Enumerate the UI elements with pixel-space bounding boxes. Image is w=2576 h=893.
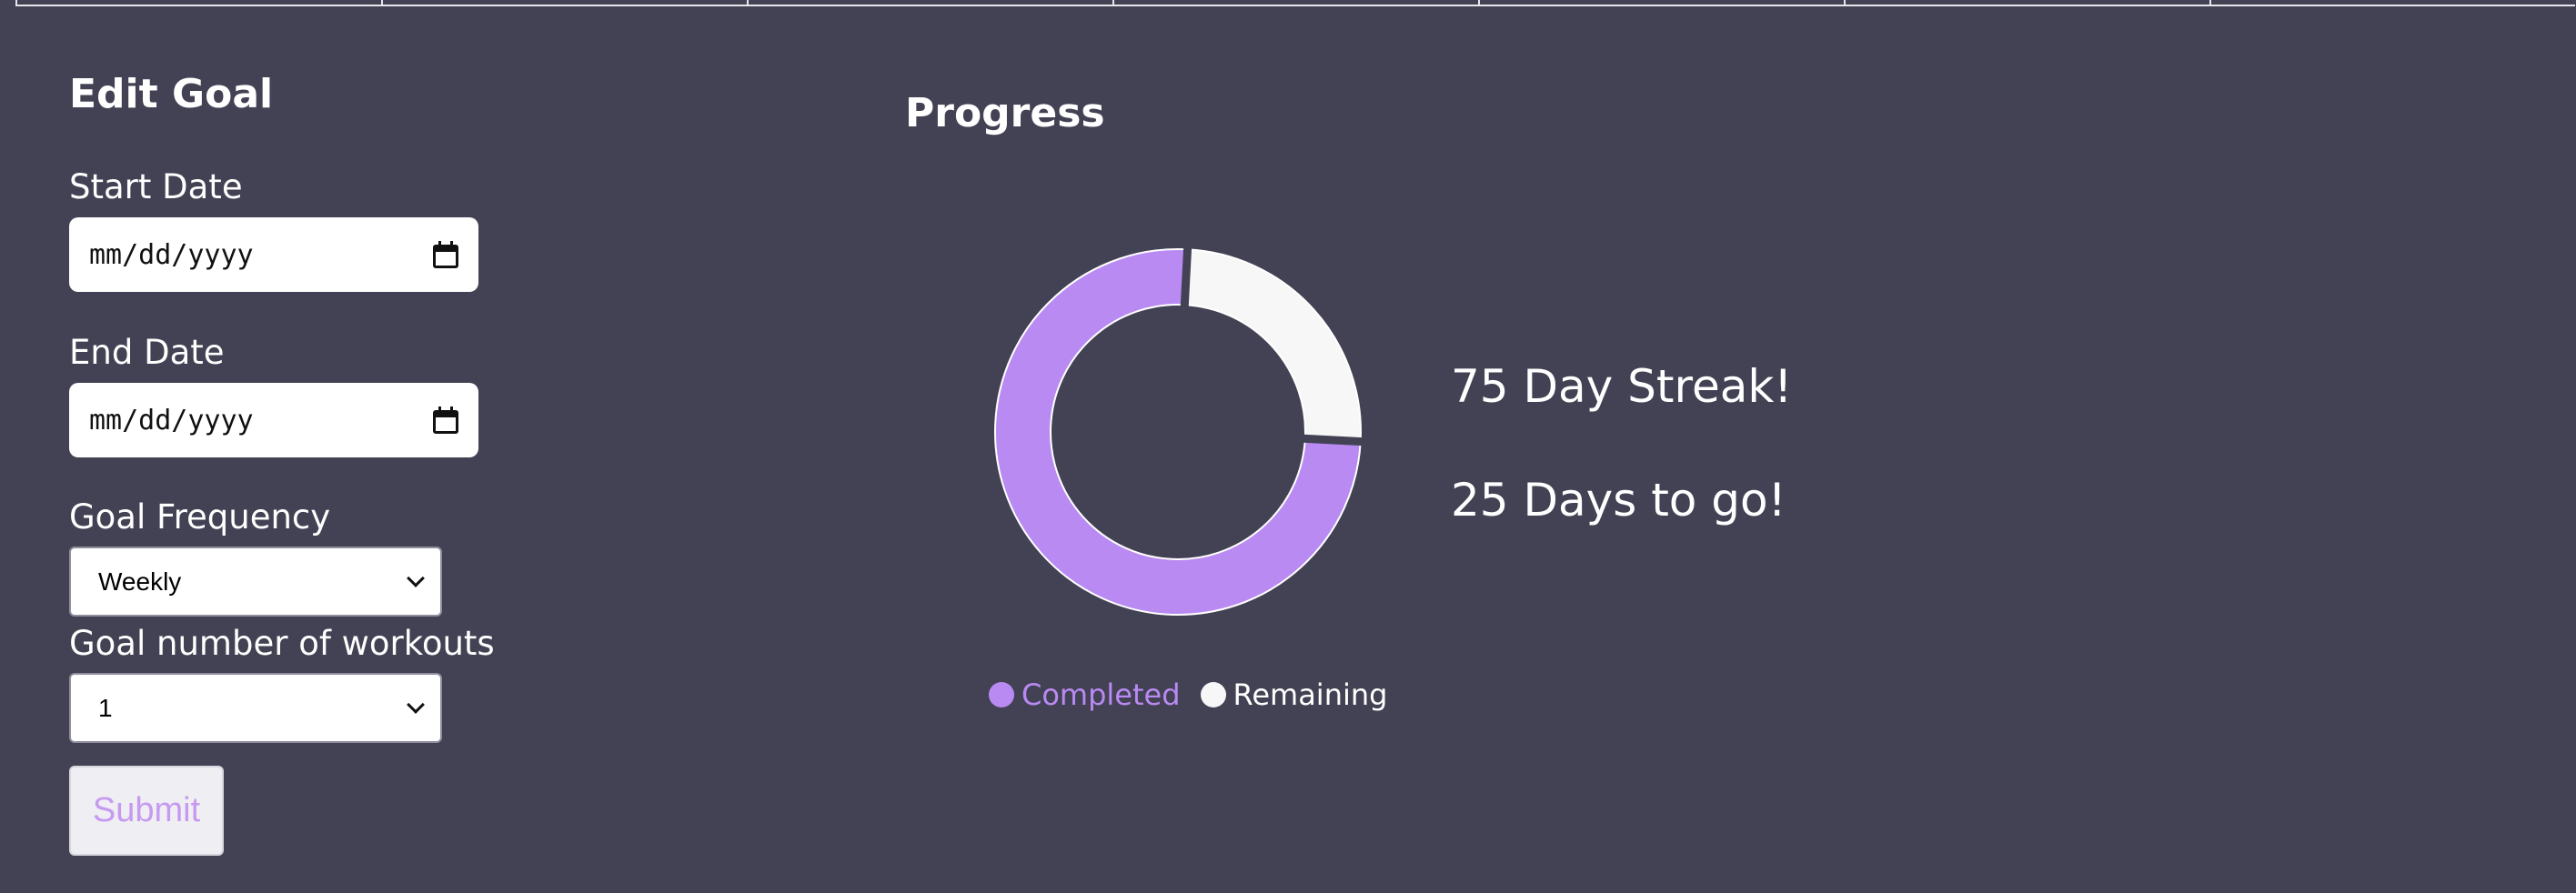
legend-dot-icon <box>989 682 1014 707</box>
legend-label: Completed <box>1021 677 1181 712</box>
legend-label: Remaining <box>1233 677 1388 712</box>
goal-frequency-select[interactable]: Weekly <box>69 547 442 617</box>
grid-cell <box>1478 0 1844 6</box>
submit-button[interactable]: Submit <box>69 766 224 856</box>
chart-legend: Completed Remaining <box>989 677 1407 712</box>
slice-separator <box>1180 246 1192 309</box>
grid-cell <box>1112 0 1478 6</box>
legend-item-completed[interactable]: Completed <box>989 677 1181 712</box>
days-to-go-text: 25 Days to go! <box>1451 474 1786 527</box>
end-date-input[interactable]: mm/dd/yyyy <box>69 383 478 457</box>
progress-title: Progress <box>905 90 1105 136</box>
progress-donut-chart <box>994 246 1370 616</box>
grid-cell <box>381 0 747 6</box>
grid-cell <box>1844 0 2209 6</box>
goal-workouts-select[interactable]: 1 <box>69 673 442 743</box>
goal-workouts-value: 1 <box>98 693 113 722</box>
start-date-placeholder: mm/dd/yyyy <box>89 238 254 271</box>
calendar-icon[interactable] <box>433 241 458 268</box>
start-date-input[interactable]: mm/dd/yyyy <box>69 217 478 292</box>
legend-dot-icon <box>1200 682 1226 707</box>
calendar-icon[interactable] <box>433 406 458 434</box>
end-date-placeholder: mm/dd/yyyy <box>89 404 254 436</box>
goal-frequency-label: Goal Frequency <box>69 497 331 537</box>
chevron-down-icon <box>407 568 425 587</box>
edit-goal-title: Edit Goal <box>69 71 274 117</box>
top-grid-border <box>0 0 2576 6</box>
grid-cell <box>15 0 381 6</box>
streak-text: 75 Day Streak! <box>1451 360 1793 413</box>
donut-slice-remaining[interactable] <box>1178 248 1370 443</box>
goal-frequency-value: Weekly <box>98 567 182 596</box>
end-date-label: End Date <box>69 333 225 372</box>
start-date-label: Start Date <box>69 167 243 206</box>
grid-cell <box>747 0 1112 6</box>
chevron-down-icon <box>407 695 425 714</box>
slice-separator <box>1301 434 1364 446</box>
legend-item-remaining[interactable]: Remaining <box>1200 677 1388 712</box>
grid-cell <box>2209 0 2575 6</box>
goal-workouts-label: Goal number of workouts <box>69 624 495 663</box>
